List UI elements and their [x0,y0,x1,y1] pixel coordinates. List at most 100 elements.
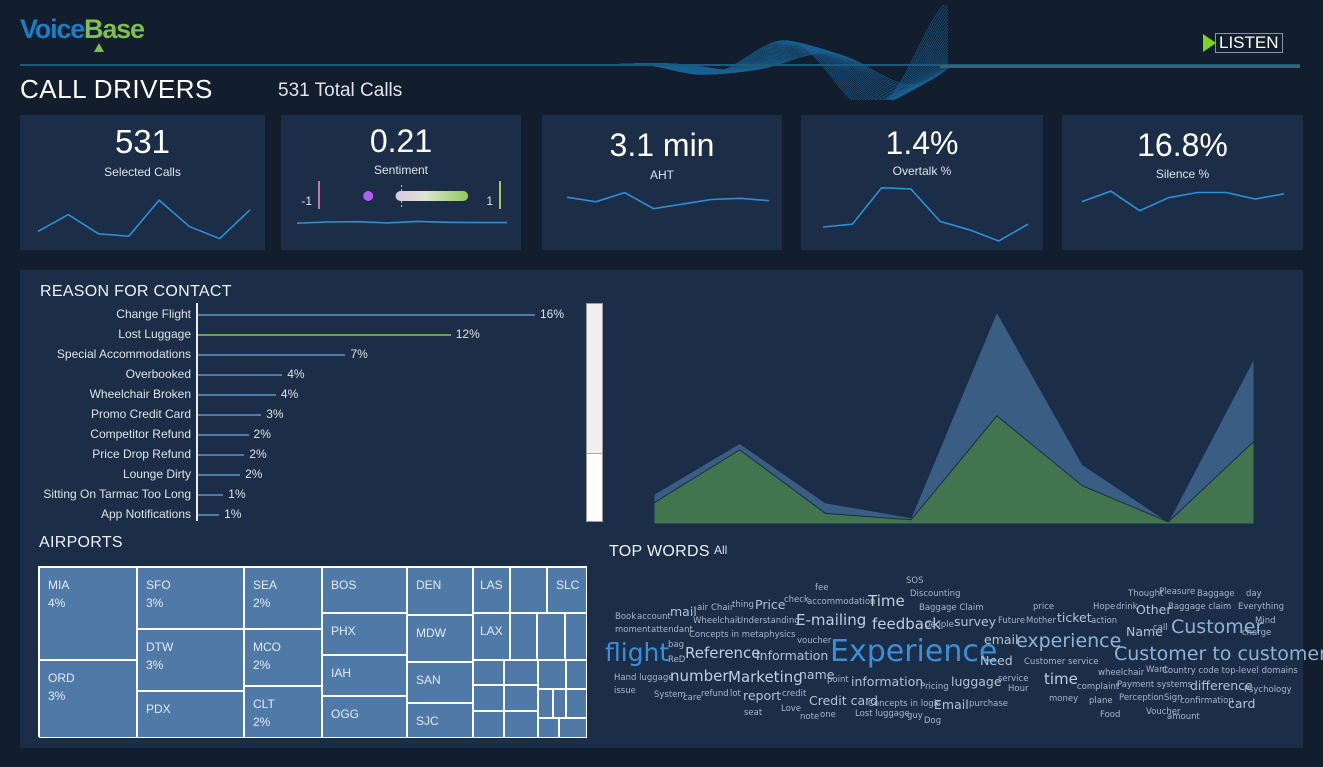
word-cloud-term[interactable]: Concepts in logic [868,700,941,709]
airport-cell-sea[interactable]: SEA 2% [244,567,322,629]
airport-cell-sfo[interactable]: SFO 3% [137,567,244,629]
top-words-filter[interactable]: All [714,543,727,557]
airport-cell-mco[interactable]: MCO 2% [244,629,322,686]
word-cloud-term[interactable]: confirmation [1180,697,1234,706]
word-cloud-term[interactable]: Food [1100,711,1120,720]
word-cloud-term[interactable]: call [1153,624,1168,633]
word-cloud-term[interactable]: people [925,621,954,630]
word-cloud-term[interactable]: day [1246,590,1262,599]
airport-cell-den[interactable]: DEN [407,567,473,615]
word-cloud-term[interactable]: Time [868,594,905,609]
word-cloud-term[interactable]: seat [744,709,762,718]
airport-cell[interactable] [538,660,566,689]
word-cloud-term[interactable]: fee [815,584,828,593]
word-cloud-term[interactable]: Pricing [920,683,949,692]
word-cloud-term[interactable]: amount [1167,713,1200,722]
airport-cell-pdx[interactable]: PDX [137,691,244,738]
word-cloud-term[interactable]: price [1033,603,1054,612]
airport-cell[interactable] [537,613,565,660]
kpi-aht[interactable]: 3.1 min AHT [542,115,782,250]
airport-cell[interactable] [504,711,538,738]
word-cloud-term[interactable]: Hour [1008,685,1028,694]
word-cloud-term[interactable]: Pleasure [1159,588,1195,597]
reason-bar[interactable] [198,354,346,356]
word-cloud-term[interactable]: attendant [651,626,693,635]
airport-cell-clt[interactable]: CLT 2% [244,686,322,738]
airport-cell-ogg[interactable]: OGG [322,696,407,738]
word-cloud-term[interactable]: Reference [685,646,761,661]
airport-cell[interactable] [566,660,587,689]
word-cloud-term[interactable]: issue [614,687,636,696]
word-cloud-term[interactable]: Baggage [1197,590,1235,599]
word-cloud-term[interactable]: action [1091,617,1117,626]
airport-cell-ord[interactable]: ORD 3% [39,660,137,738]
word-cloud-term[interactable]: SOS [906,577,923,586]
listen-button[interactable]: LISTEN [1203,33,1283,53]
reason-bar[interactable] [198,494,224,496]
airport-cell[interactable] [565,613,587,660]
word-cloud-term[interactable]: time [1044,672,1078,687]
airport-cell-iah[interactable]: IAH [322,655,407,696]
word-cloud-term[interactable]: drink [1116,603,1138,612]
word-cloud-term[interactable]: Customer service [1024,658,1098,667]
word-cloud-term[interactable]: note [800,713,819,722]
word-cloud-term[interactable]: moment [615,626,651,635]
airport-cell[interactable] [538,689,553,718]
scrollbar[interactable] [586,303,603,522]
airport-cell[interactable] [510,613,537,660]
word-cloud-term[interactable]: information [851,675,923,689]
word-cloud-term[interactable]: service [998,675,1028,684]
word-cloud-term[interactable]: Dog [924,717,941,726]
word-cloud-term[interactable]: survey [954,615,996,629]
kpi-selected-calls[interactable]: 531 Selected Calls [20,115,265,250]
airport-cell[interactable] [538,718,559,738]
reason-bar[interactable] [198,514,220,516]
word-cloud-term[interactable]: Mother [1026,617,1056,626]
word-cloud-term[interactable]: PerceptionSign [1119,694,1182,703]
word-cloud-term[interactable]: Concepts in metaphysics [689,631,796,640]
word-cloud-term[interactable]: refund [701,690,729,699]
word-cloud-term[interactable]: one [820,711,836,720]
word-cloud-term[interactable]: Understanding [737,617,800,626]
word-cloud-term[interactable]: E-mailing [796,613,866,628]
airport-cell[interactable] [566,689,587,718]
word-cloud-term[interactable]: charge [1242,629,1271,638]
airport-cell-las[interactable]: LAS [473,567,510,613]
airport-cell-slc[interactable]: SLC [547,567,587,613]
word-cloud-term[interactable]: purchase [969,700,1008,709]
airport-cell-dtw[interactable]: DTW 3% [137,629,244,691]
airport-cell-san[interactable]: SAN [407,662,473,703]
word-cloud-term[interactable]: care [683,694,701,703]
word-cloud-term[interactable]: Lost luggage [855,710,910,719]
word-cloud-term[interactable]: luggage [951,675,1002,689]
airport-cell[interactable] [473,660,504,685]
word-cloud-term[interactable]: Love [781,705,801,714]
word-cloud-term[interactable]: check [784,596,809,605]
word-cloud-term[interactable]: Experience [830,637,997,667]
airport-cell-phx[interactable]: PHX [322,613,407,655]
word-cloud-term[interactable]: money [1049,695,1078,704]
word-cloud-term[interactable]: Marketing [728,670,803,685]
word-cloud-term[interactable]: Payment systems [1117,681,1192,690]
word-cloud-term[interactable]: Price [755,598,786,612]
word-cloud-term[interactable]: credit [782,690,806,699]
kpi-overtalk[interactable]: 1.4% Overtalk % [801,115,1043,250]
kpi-sentiment[interactable]: 0.21 Sentiment -1 1 [281,115,521,250]
word-cloud-term[interactable]: air [697,604,708,613]
word-cloud-term[interactable]: Customer to customer [1114,645,1323,664]
reason-bar[interactable] [198,314,535,316]
word-cloud-term[interactable]: Hope [1093,603,1115,612]
word-cloud-term[interactable]: Wheelchair [693,617,741,626]
reason-bar[interactable] [198,454,245,456]
word-cloud-term[interactable]: card [1228,697,1255,711]
word-cloud-term[interactable]: Baggage Claim [919,604,984,613]
word-cloud-term[interactable]: lot [730,690,741,699]
word-cloud-term[interactable]: bag [668,641,684,650]
airport-cell[interactable] [510,567,547,613]
word-cloud-term[interactable]: experience [1016,632,1121,651]
word-cloud-term[interactable]: Mind [1255,617,1275,626]
scrollbar-thumb[interactable] [587,453,602,521]
word-cloud-term[interactable]: Everything [1238,603,1284,612]
word-cloud-term[interactable]: Need [980,654,1013,668]
airport-cell-mdw[interactable]: MDW [407,615,473,662]
